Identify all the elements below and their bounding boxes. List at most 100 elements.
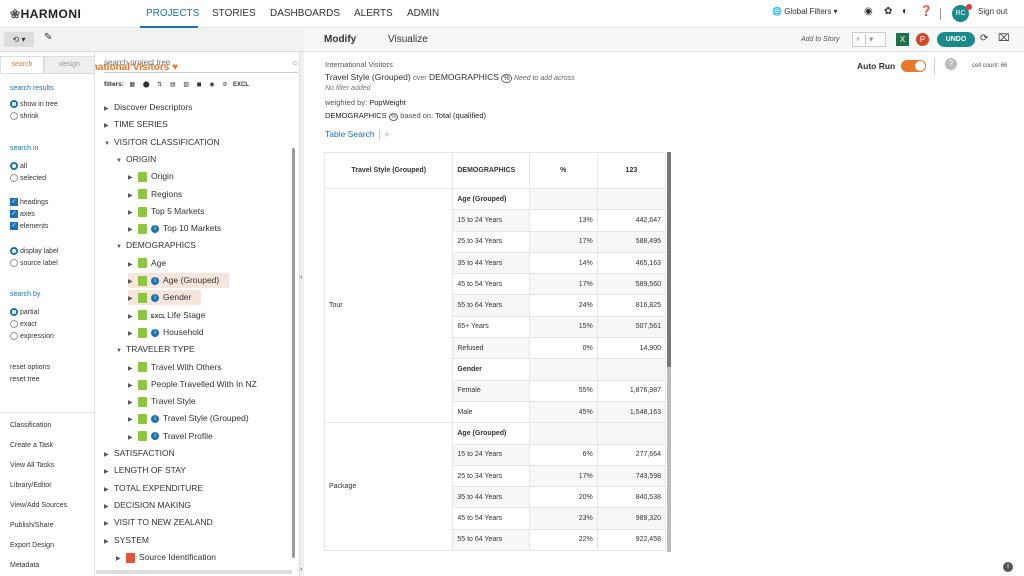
nav-alerts[interactable]: ALERTS [354,8,393,19]
eye-icon[interactable]: ◉ [864,6,873,17]
tree-item[interactable]: ▶ VISIT TO NEW ZEALAND [104,515,213,530]
row-label-cell[interactable]: 55 to 64 Years [452,528,530,552]
pin-icon[interactable]: ⬤ [143,82,150,88]
caret-right-icon[interactable]: ▶ [128,275,138,290]
brain-icon[interactable]: ✿ [884,6,892,17]
link-create-task[interactable]: Create a Task [10,442,53,449]
caret-right-icon[interactable]: ▶ [128,310,138,325]
caret-down-icon[interactable]: ▼ [116,344,126,359]
caret-right-icon[interactable]: ▶ [104,102,114,117]
tree-item[interactable]: ▼ ORIGIN [116,152,156,167]
row-label-cell[interactable]: 15 to 24 Years [452,209,530,232]
tree-item[interactable]: ▶ SYSTEM [104,533,149,548]
tab-modify[interactable]: Modify [324,34,356,45]
link-publish-share[interactable]: Publish/Share [10,522,54,529]
info-icon[interactable]: i [151,224,159,233]
row-label-cell[interactable]: 25 to 34 Years [452,230,530,253]
row-label-cell[interactable]: 45 to 54 Years [452,507,530,530]
caret-right-icon[interactable]: ▶ [128,379,138,394]
tree-item[interactable]: ▶ Top 5 Markets [128,204,204,219]
tree-item[interactable]: ▼ VISITOR CLASSIFICATION [104,135,219,150]
grid-icon[interactable]: ▦ [130,82,136,88]
tree-item[interactable]: ▶ i Household [128,325,204,340]
caret-right-icon[interactable]: ▶ [128,258,138,273]
shrink-radio[interactable]: shrink [10,112,39,120]
nav-dashboards[interactable]: DASHBOARDS [270,8,340,19]
tab-search[interactable]: search [0,56,44,74]
row-label-cell[interactable]: 35 to 44 Years [452,486,530,509]
caret-right-icon[interactable]: ▶ [128,362,138,377]
info-icon[interactable]: i [151,276,159,285]
caret-right-icon[interactable]: ▶ [104,465,114,480]
caret-right-icon[interactable]: ▶ [128,171,138,186]
nav-projects[interactable]: PROJECTS [146,8,199,19]
chart-icon[interactable]: ▥ [183,82,189,88]
auto-run-toggle[interactable] [901,60,926,72]
tree-item[interactable]: ▶ Discover Descriptors [104,100,192,115]
tree-item[interactable]: ▶ i Top 10 Markets [128,221,221,236]
sort-icon[interactable]: ⇅ [157,82,162,88]
link-export-design[interactable]: Export Design [10,542,54,549]
link-classification[interactable]: Classification [10,422,51,429]
tree-item[interactable]: ▶ LENGTH OF STAY [104,463,186,478]
tree-item[interactable]: ▶ People Travelled With In NZ [128,377,257,392]
help-icon[interactable]: ❓ [920,6,932,17]
info-icon[interactable]: i [151,294,159,303]
all-radio[interactable]: all [10,162,27,170]
axes-checkbox[interactable]: ✓ axes [10,210,35,218]
info-icon[interactable]: i [1003,562,1013,572]
tab-visualize[interactable]: Visualize [388,34,428,45]
nav-admin[interactable]: ADMIN [407,8,439,19]
percent-icon[interactable]: % [388,113,399,121]
row-label-cell[interactable]: 25 to 34 Years [452,464,530,488]
flag-icon[interactable]: ◼ [197,82,202,88]
caret-down-icon[interactable]: ▼ [104,137,114,152]
excel-icon[interactable]: X [896,33,909,46]
eye-icon[interactable]: ◉ [209,82,214,88]
caret-right-icon[interactable]: ▶ [128,396,138,411]
source-label-radio[interactable]: source label [10,259,58,267]
logo[interactable]: ❀HARMONI [10,7,81,21]
link-view-add-sources[interactable]: View/Add Sources [10,502,67,509]
add-to-story-button[interactable]: + │▾ [852,32,886,47]
expression-radio[interactable]: expression [10,332,54,340]
tree-item[interactable]: ▶ i Gender [128,290,202,306]
column-header[interactable]: 123 [596,152,667,189]
excl-filter[interactable]: EXCL [233,82,249,88]
sign-out-link[interactable]: Sign out [978,7,1007,16]
powerpoint-icon[interactable]: P [916,33,929,46]
selected-radio[interactable]: selected [10,174,46,182]
group-heading-cell[interactable]: Age (Grouped) [452,422,530,445]
row-label-cell[interactable]: Male [452,400,530,424]
eye-off-icon[interactable]: ⊘ [222,82,227,88]
caret-right-icon[interactable]: ▶ [104,119,114,134]
tree-item[interactable]: ▶ Travel Style [128,394,196,409]
edit-icon[interactable]: ✎ [44,32,52,43]
row-label-cell[interactable]: 55 to 64 Years [452,294,530,317]
caret-right-icon[interactable]: ▶ [104,448,114,463]
contrast-icon[interactable]: ◐ [902,6,908,17]
column-header[interactable]: % [528,152,598,189]
info-icon[interactable]: i [151,432,159,441]
caret-right-icon[interactable]: ▶ [128,327,138,342]
table-icon[interactable]: ▤ [170,82,176,88]
row-label-cell[interactable]: Refused [452,337,530,360]
tree-item[interactable]: ▶ i Age (Grouped) [128,273,230,290]
percent-icon[interactable]: % [501,74,512,83]
table-scrollbar[interactable] [667,152,671,552]
tab-design[interactable]: design [44,56,95,74]
caret-right-icon[interactable]: ▶ [116,552,126,567]
caret-right-icon[interactable]: ▶ [128,206,138,221]
reset-tree-link[interactable]: reset tree [10,376,40,383]
caret-down-icon[interactable]: ▼ [116,240,126,255]
caret-right-icon[interactable]: ▶ [128,189,138,204]
tree-item[interactable]: ▶ Regions [128,187,182,202]
search-icon[interactable]: ○ [292,58,298,69]
caret-right-icon[interactable]: ▶ [128,413,138,428]
tree-hscrollbar[interactable] [96,570,292,574]
column-header[interactable]: DEMOGRAPHICS [452,152,530,189]
tree-item[interactable]: ▶ Source Identification [116,550,216,565]
comment-icon[interactable]: ⌧ [998,33,1010,44]
global-filters[interactable]: 🌐 Global Filters ▾ [772,7,838,16]
panel-splitter[interactable]: ‹ › [299,52,304,576]
